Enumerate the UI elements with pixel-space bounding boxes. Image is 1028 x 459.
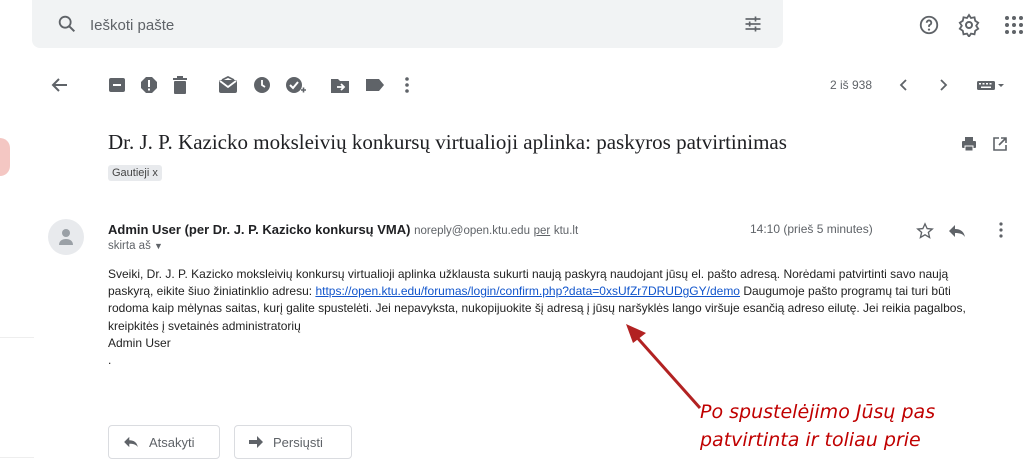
input-tools-icon[interactable] — [977, 79, 1005, 91]
avatar[interactable] — [48, 219, 84, 255]
label-remove-button[interactable]: x — [152, 167, 158, 179]
delete-icon[interactable] — [172, 76, 188, 94]
reply-label: Atsakyti — [149, 434, 195, 450]
email-subject: Dr. J. P. Kazicko moksleivių konkursų vi… — [108, 130, 787, 154]
recipient-details[interactable]: skirta aš ▼ — [108, 240, 163, 252]
label-icon[interactable] — [365, 78, 385, 92]
recipient-text: skirta aš — [108, 240, 151, 252]
forward-label: Persiųsti — [273, 434, 323, 450]
sender-name[interactable]: Admin User (per Dr. J. P. Kazicko konkur… — [108, 222, 410, 237]
back-arrow-icon[interactable] — [50, 75, 70, 95]
sender-line: Admin User (per Dr. J. P. Kazicko konkur… — [108, 222, 578, 237]
reply-icon — [124, 436, 138, 448]
signature-dot: . — [108, 353, 112, 368]
annotation-text: Po spustelėjimo Jūsų pas patvirtinta ir … — [700, 398, 1028, 454]
mark-unread-icon[interactable] — [218, 76, 238, 94]
chevron-down-icon[interactable]: ▼ — [154, 241, 163, 251]
move-to-icon[interactable] — [330, 77, 350, 94]
newer-chevron-icon[interactable] — [898, 78, 910, 92]
sender-email: noreply@open.ktu.edu — [414, 225, 530, 237]
forward-button[interactable]: Persiųsti — [234, 425, 352, 459]
person-icon — [59, 229, 73, 245]
more-vertical-icon[interactable] — [998, 221, 1004, 239]
reply-icon[interactable] — [948, 224, 966, 238]
search-input[interactable]: Ieškoti pašte — [90, 17, 174, 34]
report-spam-icon[interactable] — [140, 76, 158, 94]
divider — [0, 337, 34, 338]
annotation-line-1: Po spustelėjimo Jūsų pas — [700, 401, 936, 423]
annotation-line-2: patvirtinta ir toliau prie — [700, 429, 921, 451]
add-task-icon[interactable] — [285, 75, 307, 95]
more-vertical-icon[interactable] — [404, 76, 410, 94]
label-chip-inbox[interactable]: Gautieji x — [108, 165, 162, 181]
print-icon[interactable] — [961, 136, 977, 152]
reply-button[interactable]: Atsakyti — [108, 425, 220, 459]
compose-edge — [0, 138, 10, 176]
apps-grid-icon[interactable] — [1004, 15, 1024, 35]
settings-icon[interactable] — [957, 13, 981, 37]
forward-icon — [249, 436, 263, 448]
divider — [0, 457, 34, 458]
search-icon[interactable] — [56, 13, 78, 35]
search-options-icon[interactable] — [743, 14, 763, 34]
open-new-window-icon[interactable] — [992, 136, 1008, 152]
help-icon[interactable] — [918, 14, 940, 36]
confirmation-link[interactable]: https://open.ktu.edu/forumas/login/confi… — [315, 284, 740, 298]
snooze-icon[interactable] — [253, 76, 271, 94]
body-paragraph: Sveiki, Dr. J. P. Kazicko moksleivių kon… — [108, 266, 988, 335]
archive-icon[interactable] — [108, 76, 126, 94]
older-chevron-icon[interactable] — [937, 78, 949, 92]
pagination-count: 2 iš 938 — [830, 78, 873, 92]
via-domain: ktu.lt — [553, 225, 579, 237]
via-link[interactable]: per — [534, 225, 551, 237]
signature: Admin User — [108, 335, 171, 350]
email-body: Sveiki, Dr. J. P. Kazicko moksleivių kon… — [108, 266, 988, 369]
email-time: 14:10 (prieš 5 minutes) — [750, 222, 873, 236]
label-chip-text: Gautieji — [112, 167, 150, 179]
star-icon[interactable] — [916, 222, 934, 240]
search-bar[interactable]: Ieškoti pašte — [32, 0, 783, 48]
